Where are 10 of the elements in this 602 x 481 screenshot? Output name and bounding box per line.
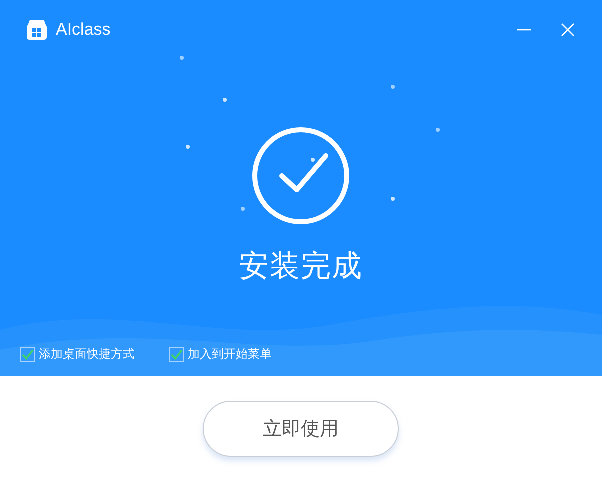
window-title: AIclass [56, 20, 111, 40]
close-icon [561, 23, 575, 37]
start-button[interactable]: 立即使用 [203, 400, 399, 456]
checkmark-circle-icon [251, 126, 351, 226]
checkbox[interactable] [169, 347, 184, 362]
option-checkbox[interactable]: 加入到开始菜单 [169, 346, 272, 363]
status-title: 安装完成 [239, 248, 363, 286]
checkbox[interactable] [20, 347, 35, 362]
option-checkbox[interactable]: 添加桌面快捷方式 [20, 346, 135, 363]
app-logo-icon [26, 19, 48, 41]
